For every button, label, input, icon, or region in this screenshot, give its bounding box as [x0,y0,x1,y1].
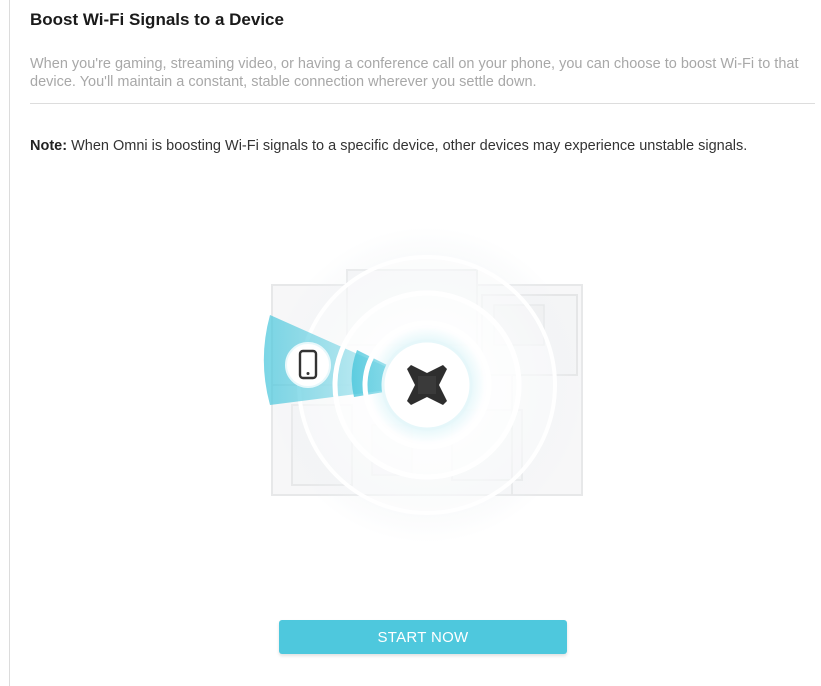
page-title: Boost Wi-Fi Signals to a Device [30,10,284,29]
note-body: When Omni is boosting Wi-Fi signals to a… [67,138,748,154]
boost-wifi-panel: Boost Wi-Fi Signals to a Device When you… [0,0,821,686]
device-badge [285,342,331,388]
section-divider [30,103,815,104]
panel-border [9,0,10,686]
start-now-button[interactable]: START NOW [279,620,567,654]
note-text: Note: When Omni is boosting Wi-Fi signal… [30,137,810,155]
note-label: Note: [30,138,68,154]
page-description: When you're gaming, streaming video, or … [30,56,799,90]
boost-illustration [263,227,585,543]
